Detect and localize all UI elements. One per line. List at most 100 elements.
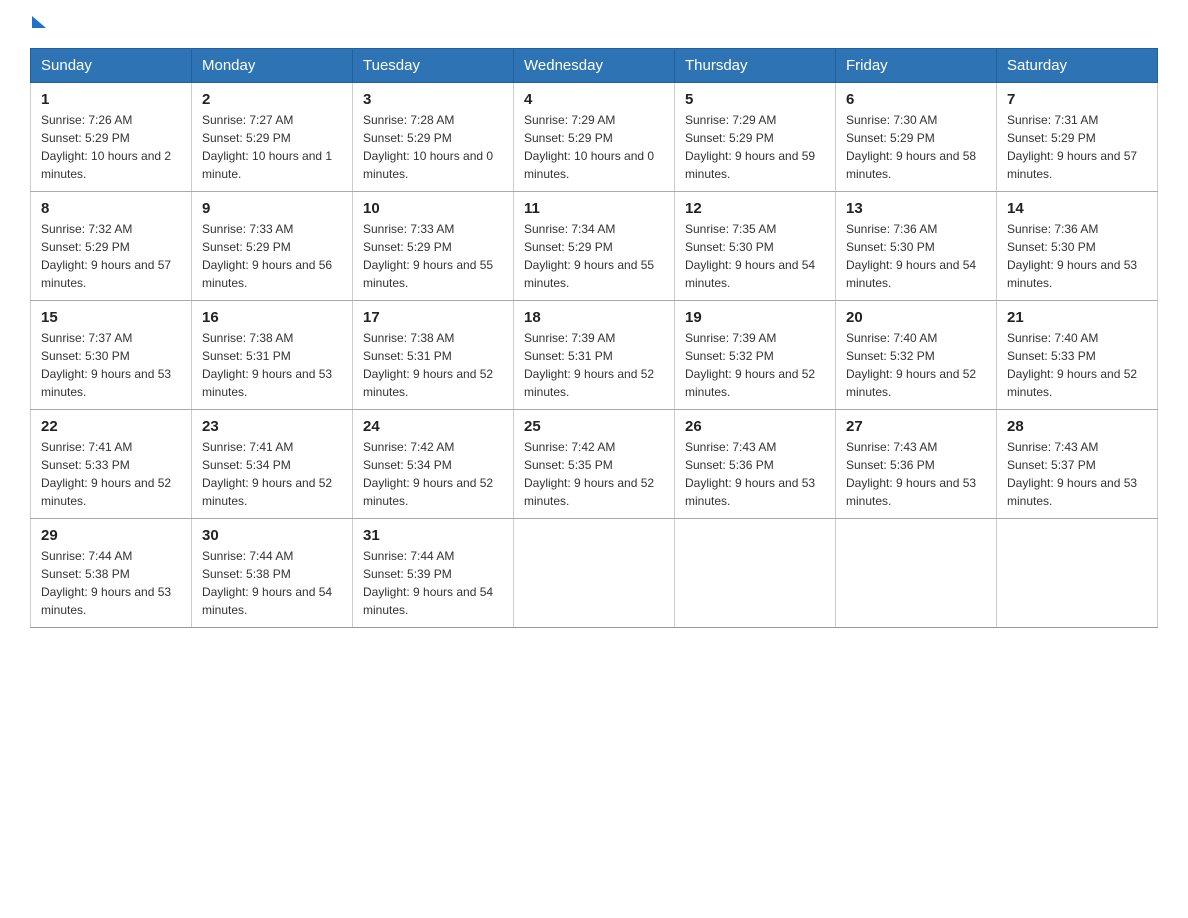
day-info: Sunrise: 7:30 AM Sunset: 5:29 PM Dayligh… (846, 111, 986, 183)
day-of-week-header: Thursday (675, 49, 836, 83)
sunset-label: Sunset: 5:39 PM (363, 567, 452, 581)
calendar-day-cell: 2 Sunrise: 7:27 AM Sunset: 5:29 PM Dayli… (192, 83, 353, 192)
daylight-label: Daylight: 10 hours and 0 minutes. (363, 149, 493, 181)
day-number: 10 (363, 200, 503, 217)
sunset-label: Sunset: 5:29 PM (1007, 131, 1096, 145)
sunset-label: Sunset: 5:34 PM (363, 458, 452, 472)
sunset-label: Sunset: 5:30 PM (1007, 240, 1096, 254)
daylight-label: Daylight: 9 hours and 54 minutes. (202, 585, 332, 617)
calendar-day-cell: 29 Sunrise: 7:44 AM Sunset: 5:38 PM Dayl… (31, 519, 192, 628)
sunset-label: Sunset: 5:29 PM (524, 131, 613, 145)
day-number: 1 (41, 91, 181, 108)
sunset-label: Sunset: 5:38 PM (202, 567, 291, 581)
day-info: Sunrise: 7:43 AM Sunset: 5:37 PM Dayligh… (1007, 438, 1147, 510)
day-info: Sunrise: 7:35 AM Sunset: 5:30 PM Dayligh… (685, 220, 825, 292)
sunset-label: Sunset: 5:31 PM (524, 349, 613, 363)
sunrise-label: Sunrise: 7:43 AM (846, 440, 937, 454)
sunrise-label: Sunrise: 7:38 AM (202, 331, 293, 345)
sunrise-label: Sunrise: 7:44 AM (41, 549, 132, 563)
sunset-label: Sunset: 5:30 PM (41, 349, 130, 363)
sunrise-label: Sunrise: 7:38 AM (363, 331, 454, 345)
day-info: Sunrise: 7:42 AM Sunset: 5:35 PM Dayligh… (524, 438, 664, 510)
sunset-label: Sunset: 5:38 PM (41, 567, 130, 581)
calendar-week-row: 22 Sunrise: 7:41 AM Sunset: 5:33 PM Dayl… (31, 410, 1158, 519)
daylight-label: Daylight: 9 hours and 53 minutes. (846, 476, 976, 508)
sunrise-label: Sunrise: 7:43 AM (685, 440, 776, 454)
sunset-label: Sunset: 5:37 PM (1007, 458, 1096, 472)
day-number: 12 (685, 200, 825, 217)
sunset-label: Sunset: 5:31 PM (202, 349, 291, 363)
daylight-label: Daylight: 10 hours and 2 minutes. (41, 149, 171, 181)
sunrise-label: Sunrise: 7:26 AM (41, 113, 132, 127)
sunset-label: Sunset: 5:29 PM (363, 131, 452, 145)
daylight-label: Daylight: 9 hours and 52 minutes. (685, 367, 815, 399)
calendar-day-cell: 20 Sunrise: 7:40 AM Sunset: 5:32 PM Dayl… (836, 301, 997, 410)
day-number: 2 (202, 91, 342, 108)
daylight-label: Daylight: 9 hours and 55 minutes. (363, 258, 493, 290)
calendar-day-cell: 25 Sunrise: 7:42 AM Sunset: 5:35 PM Dayl… (514, 410, 675, 519)
calendar-day-cell: 9 Sunrise: 7:33 AM Sunset: 5:29 PM Dayli… (192, 192, 353, 301)
sunrise-label: Sunrise: 7:41 AM (41, 440, 132, 454)
day-number: 16 (202, 309, 342, 326)
sunrise-label: Sunrise: 7:39 AM (524, 331, 615, 345)
sunset-label: Sunset: 5:29 PM (524, 240, 613, 254)
sunrise-label: Sunrise: 7:40 AM (846, 331, 937, 345)
calendar-day-cell: 12 Sunrise: 7:35 AM Sunset: 5:30 PM Dayl… (675, 192, 836, 301)
sunset-label: Sunset: 5:36 PM (685, 458, 774, 472)
calendar-day-cell: 27 Sunrise: 7:43 AM Sunset: 5:36 PM Dayl… (836, 410, 997, 519)
sunrise-label: Sunrise: 7:27 AM (202, 113, 293, 127)
day-info: Sunrise: 7:41 AM Sunset: 5:34 PM Dayligh… (202, 438, 342, 510)
day-number: 11 (524, 200, 664, 217)
sunrise-label: Sunrise: 7:37 AM (41, 331, 132, 345)
day-info: Sunrise: 7:31 AM Sunset: 5:29 PM Dayligh… (1007, 111, 1147, 183)
day-info: Sunrise: 7:40 AM Sunset: 5:32 PM Dayligh… (846, 329, 986, 401)
day-info: Sunrise: 7:44 AM Sunset: 5:38 PM Dayligh… (41, 547, 181, 619)
day-number: 22 (41, 418, 181, 435)
sunset-label: Sunset: 5:32 PM (685, 349, 774, 363)
calendar-header-row: SundayMondayTuesdayWednesdayThursdayFrid… (31, 49, 1158, 83)
calendar-day-cell: 15 Sunrise: 7:37 AM Sunset: 5:30 PM Dayl… (31, 301, 192, 410)
sunrise-label: Sunrise: 7:42 AM (524, 440, 615, 454)
calendar-table: SundayMondayTuesdayWednesdayThursdayFrid… (30, 48, 1158, 628)
day-number: 25 (524, 418, 664, 435)
day-info: Sunrise: 7:39 AM Sunset: 5:31 PM Dayligh… (524, 329, 664, 401)
day-number: 9 (202, 200, 342, 217)
sunset-label: Sunset: 5:33 PM (41, 458, 130, 472)
day-number: 28 (1007, 418, 1147, 435)
sunset-label: Sunset: 5:30 PM (685, 240, 774, 254)
day-info: Sunrise: 7:26 AM Sunset: 5:29 PM Dayligh… (41, 111, 181, 183)
day-number: 15 (41, 309, 181, 326)
day-of-week-header: Friday (836, 49, 997, 83)
sunrise-label: Sunrise: 7:33 AM (202, 222, 293, 236)
calendar-day-cell: 11 Sunrise: 7:34 AM Sunset: 5:29 PM Dayl… (514, 192, 675, 301)
calendar-day-cell: 26 Sunrise: 7:43 AM Sunset: 5:36 PM Dayl… (675, 410, 836, 519)
daylight-label: Daylight: 9 hours and 52 minutes. (846, 367, 976, 399)
sunrise-label: Sunrise: 7:40 AM (1007, 331, 1098, 345)
daylight-label: Daylight: 9 hours and 54 minutes. (363, 585, 493, 617)
sunrise-label: Sunrise: 7:42 AM (363, 440, 454, 454)
sunset-label: Sunset: 5:29 PM (202, 131, 291, 145)
day-of-week-header: Saturday (997, 49, 1158, 83)
daylight-label: Daylight: 9 hours and 53 minutes. (685, 476, 815, 508)
calendar-day-cell: 30 Sunrise: 7:44 AM Sunset: 5:38 PM Dayl… (192, 519, 353, 628)
sunrise-label: Sunrise: 7:36 AM (1007, 222, 1098, 236)
daylight-label: Daylight: 9 hours and 52 minutes. (524, 367, 654, 399)
sunrise-label: Sunrise: 7:44 AM (202, 549, 293, 563)
day-info: Sunrise: 7:29 AM Sunset: 5:29 PM Dayligh… (524, 111, 664, 183)
daylight-label: Daylight: 9 hours and 58 minutes. (846, 149, 976, 181)
sunset-label: Sunset: 5:33 PM (1007, 349, 1096, 363)
calendar-day-cell: 24 Sunrise: 7:42 AM Sunset: 5:34 PM Dayl… (353, 410, 514, 519)
day-info: Sunrise: 7:43 AM Sunset: 5:36 PM Dayligh… (685, 438, 825, 510)
daylight-label: Daylight: 9 hours and 52 minutes. (202, 476, 332, 508)
sunset-label: Sunset: 5:35 PM (524, 458, 613, 472)
day-number: 23 (202, 418, 342, 435)
calendar-week-row: 15 Sunrise: 7:37 AM Sunset: 5:30 PM Dayl… (31, 301, 1158, 410)
calendar-day-cell: 18 Sunrise: 7:39 AM Sunset: 5:31 PM Dayl… (514, 301, 675, 410)
calendar-day-cell: 13 Sunrise: 7:36 AM Sunset: 5:30 PM Dayl… (836, 192, 997, 301)
calendar-day-cell: 3 Sunrise: 7:28 AM Sunset: 5:29 PM Dayli… (353, 83, 514, 192)
logo (30, 20, 46, 28)
calendar-day-cell: 5 Sunrise: 7:29 AM Sunset: 5:29 PM Dayli… (675, 83, 836, 192)
day-number: 14 (1007, 200, 1147, 217)
day-number: 6 (846, 91, 986, 108)
day-number: 24 (363, 418, 503, 435)
